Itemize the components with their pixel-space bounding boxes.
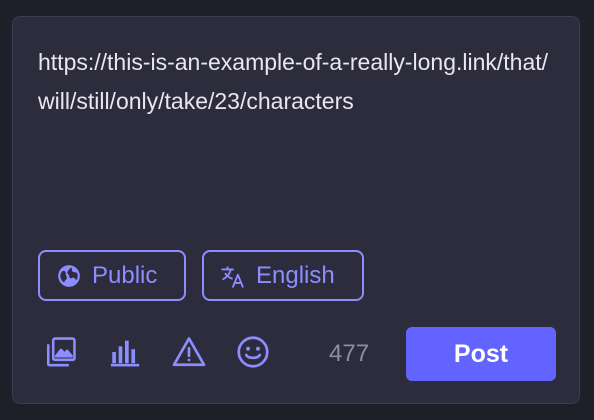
image-icon xyxy=(44,335,78,374)
status-text-input[interactable]: https://this-is-an-example-of-a-really-l… xyxy=(38,43,558,121)
emoji-button[interactable] xyxy=(235,334,271,375)
language-label: English xyxy=(256,261,335,289)
post-button[interactable]: Post xyxy=(406,327,556,381)
poll-icon xyxy=(108,335,142,374)
visibility-label: Public xyxy=(92,261,158,289)
compose-panel: https://this-is-an-example-of-a-really-l… xyxy=(12,16,580,404)
globe-icon xyxy=(56,263,82,289)
content-warning-button[interactable] xyxy=(171,336,207,372)
visibility-button[interactable]: Public xyxy=(38,250,186,301)
add-poll-button[interactable] xyxy=(107,336,143,372)
emoji-icon xyxy=(235,334,271,375)
warning-icon xyxy=(171,334,207,375)
character-counter: 477 xyxy=(329,340,370,367)
add-media-button[interactable] xyxy=(43,336,79,372)
language-button[interactable]: English xyxy=(202,250,364,301)
translate-icon xyxy=(220,263,246,289)
